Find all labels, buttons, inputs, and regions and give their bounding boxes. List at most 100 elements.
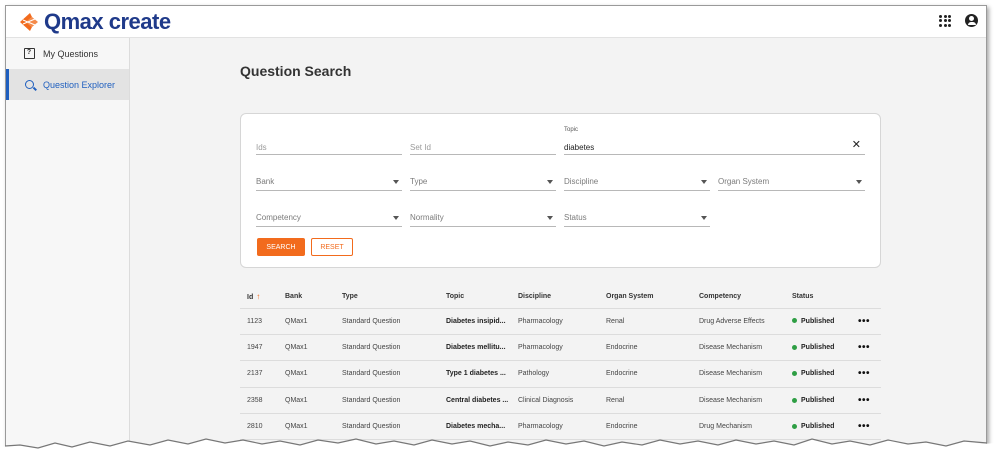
column-header-topic[interactable]: Topic [439,286,511,309]
cell-type: Standard Question [335,334,439,362]
status-text: Published [801,396,835,404]
competency-placeholder: Competency [256,213,301,222]
table-row[interactable]: 2137 QMax1 Standard Question Type 1 diab… [240,360,881,388]
cell-organ-system: Renal [599,308,692,335]
column-header-bank[interactable]: Bank [278,286,335,309]
table-row[interactable]: 1947 QMax1 Standard Question Diabetes me… [240,334,881,362]
bank-placeholder: Bank [256,177,275,186]
cell-topic: Central diabetes ... [439,387,511,415]
more-horizontal-icon[interactable]: ••• [858,316,870,327]
chevron-down-icon [856,180,862,184]
column-header-status[interactable]: Status [785,286,851,309]
chevron-down-icon [393,216,399,220]
chevron-down-icon [547,216,553,220]
column-header-actions [851,286,881,309]
clear-icon[interactable]: ✕ [852,139,861,151]
cell-status: Published [785,360,851,388]
cell-type: Standard Question [335,387,439,415]
cell-discipline: Pharmacology [511,334,599,362]
normality-select[interactable]: Normality [410,209,556,227]
topic-label: Topic [564,127,579,133]
status-text: Published [801,317,835,325]
column-header-organ-system[interactable]: Organ System [599,286,692,309]
normality-placeholder: Normality [410,213,444,222]
cell-type: Standard Question [335,308,439,335]
cell-bank: QMax1 [278,334,335,362]
bank-select[interactable]: Bank [256,173,402,191]
search-button[interactable]: SEARCH [257,238,305,256]
more-horizontal-icon[interactable]: ••• [858,395,870,406]
column-header-competency[interactable]: Competency [692,286,785,309]
chevron-down-icon [701,216,707,220]
sidebar-item-question-explorer[interactable]: Question Explorer [6,69,129,100]
more-horizontal-icon[interactable]: ••• [858,342,870,353]
column-header-type[interactable]: Type [335,286,439,309]
cell-id: 1947 [240,334,278,362]
results-table: Id ↑ Bank Type Topic Discipline Organ Sys… [240,286,881,441]
column-label: Id [247,294,254,302]
reset-button[interactable]: RESET [311,238,353,256]
discipline-placeholder: Discipline [564,177,599,186]
type-select[interactable]: Type [410,173,556,191]
grid-apps-icon[interactable] [939,14,951,27]
cell-bank: QMax1 [278,308,335,335]
cell-type: Standard Question [335,360,439,388]
ids-input[interactable] [256,139,402,156]
top-bar: Qmax create [6,6,986,38]
torn-edge-decoration [0,438,996,473]
column-header-discipline[interactable]: Discipline [511,286,599,309]
cell-discipline: Pharmacology [511,308,599,335]
column-header-id[interactable]: Id ↑ [240,286,278,309]
app-window: Qmax create ? My Questions Question Expl… [5,5,987,465]
set-id-field[interactable] [410,137,556,156]
sidebar: ? My Questions Question Explorer [6,38,130,464]
cell-status: Published [785,334,851,362]
cell-topic: Diabetes mellitu... [439,334,511,362]
cell-organ-system: Endocrine [599,334,692,362]
status-dot-icon [792,318,797,324]
discipline-select[interactable]: Discipline [564,173,710,191]
sidebar-item-label: Question Explorer [43,79,116,90]
cell-competency: Disease Mechanism [692,360,785,388]
type-placeholder: Type [410,177,428,186]
logo-text: Qmax create [44,9,171,34]
topic-input[interactable] [564,139,865,156]
arrow-up-icon: ↑ [256,292,261,302]
status-text: Published [801,344,835,352]
status-select[interactable]: Status [564,209,710,227]
set-id-input[interactable] [410,139,556,156]
cell-topic: Diabetes insipid... [439,308,511,335]
question-book-icon: ? [23,48,35,60]
table-row[interactable]: 2358 QMax1 Standard Question Central dia… [240,387,881,415]
cell-id: 2137 [240,360,278,388]
account-circle-icon[interactable] [965,14,978,27]
cell-actions: ••• [851,334,881,362]
cell-organ-system: Renal [599,387,692,415]
cell-discipline: Clinical Diagnosis [511,387,599,415]
logo-mark-icon [20,13,38,31]
sidebar-item-my-questions[interactable]: ? My Questions [6,38,129,69]
organ-system-placeholder: Organ System [718,177,770,186]
cell-bank: QMax1 [278,387,335,415]
chevron-down-icon [701,180,707,184]
status-dot-icon [792,371,797,377]
more-horizontal-icon[interactable]: ••• [858,368,870,379]
page-title: Question Search [240,63,352,79]
status-text: Published [801,370,835,378]
chevron-down-icon [393,180,399,184]
cell-id: 1123 [240,308,278,335]
status-dot-icon [792,397,797,403]
search-form: Topic ✕ Bank Type Discipline Organ Syste… [240,113,881,268]
cell-competency: Disease Mechanism [692,334,785,362]
competency-select[interactable]: Competency [256,209,402,227]
chevron-down-icon [547,180,553,184]
logo[interactable]: Qmax create [18,9,171,34]
cell-actions: ••• [851,387,881,415]
organ-system-select[interactable]: Organ System [718,173,865,191]
cell-status: Published [785,387,851,415]
cell-actions: ••• [851,308,881,335]
ids-field[interactable] [256,137,402,156]
topic-field[interactable]: Topic ✕ [564,127,865,156]
search-icon [23,79,35,91]
table-row[interactable]: 1123 QMax1 Standard Question Diabetes in… [240,308,881,335]
